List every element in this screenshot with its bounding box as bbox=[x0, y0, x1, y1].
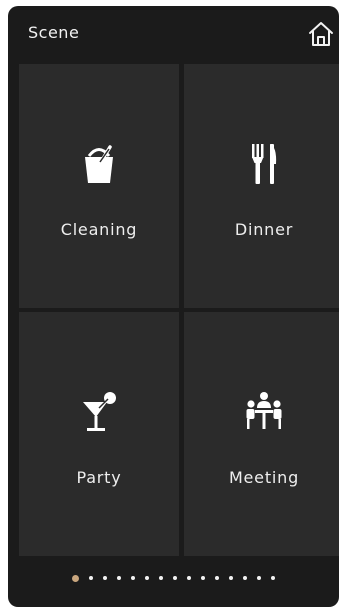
scene-tile-meeting[interactable]: Meeting bbox=[184, 312, 339, 556]
page-dot[interactable] bbox=[201, 576, 205, 580]
scene-label: Cleaning bbox=[60, 220, 138, 239]
page-dot[interactable] bbox=[229, 576, 233, 580]
page-dot[interactable] bbox=[173, 576, 177, 580]
page-dot[interactable] bbox=[243, 576, 247, 580]
home-icon bbox=[309, 22, 333, 46]
home-button[interactable] bbox=[307, 20, 335, 48]
scene-panel: Scene Cleaning Dinner Party Meeting bbox=[8, 6, 339, 607]
page-dot[interactable] bbox=[187, 576, 191, 580]
page-dot-active[interactable] bbox=[72, 574, 79, 582]
page-dot[interactable] bbox=[103, 576, 107, 580]
bucket-icon bbox=[79, 142, 119, 186]
page-dot[interactable] bbox=[159, 576, 163, 580]
header: Scene bbox=[8, 6, 339, 60]
page-dot[interactable] bbox=[89, 576, 93, 580]
scene-grid: Cleaning Dinner Party Meeting bbox=[19, 64, 339, 556]
meeting-icon bbox=[244, 390, 284, 434]
scene-tile-cleaning[interactable]: Cleaning bbox=[19, 64, 179, 308]
page-dot[interactable] bbox=[215, 576, 219, 580]
page-dot[interactable] bbox=[271, 576, 275, 580]
scene-label: Party bbox=[76, 468, 122, 487]
scene-tile-dinner[interactable]: Dinner bbox=[184, 64, 339, 308]
fork-knife-icon bbox=[244, 142, 284, 186]
page-dot[interactable] bbox=[145, 576, 149, 580]
page-dot[interactable] bbox=[257, 576, 261, 580]
page-title: Scene bbox=[28, 23, 80, 42]
scene-label: Dinner bbox=[234, 220, 294, 239]
page-dot[interactable] bbox=[131, 576, 135, 580]
cocktail-icon bbox=[79, 390, 119, 434]
scene-tile-party[interactable]: Party bbox=[19, 312, 179, 556]
scene-label: Meeting bbox=[228, 468, 300, 487]
page-dot[interactable] bbox=[117, 576, 121, 580]
page-indicator bbox=[8, 572, 339, 584]
